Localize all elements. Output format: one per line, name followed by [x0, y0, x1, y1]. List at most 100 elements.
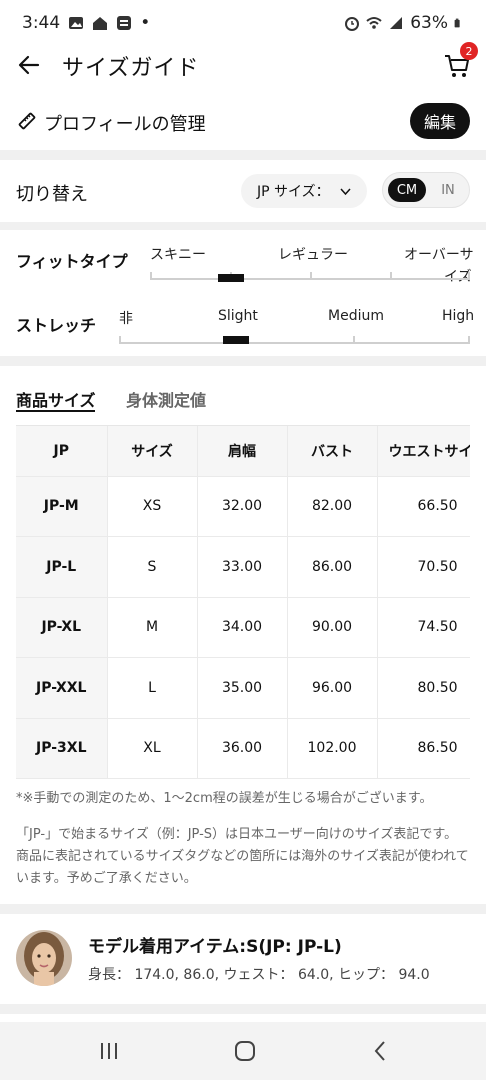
gallery-icon [69, 17, 84, 29]
active-tab-indicator [16, 410, 95, 412]
home-icon[interactable] [232, 1038, 258, 1064]
table-row: JP-XXL L 35.00 96.00 80.50 [16, 657, 470, 719]
table-cell: 34.00 [197, 597, 288, 658]
column-header: バスト [287, 426, 378, 477]
status-dot: • [140, 13, 151, 33]
status-left: 3:44 • [22, 13, 150, 33]
tab-body-measurements[interactable]: 身体測定値 [126, 387, 206, 411]
manage-profile-label[interactable]: プロフィールの管理 [44, 110, 206, 136]
table-cell: 66.50 [377, 476, 470, 537]
stretch-option-none: 非 [119, 311, 133, 327]
status-bar: 3:44 • 63% [0, 0, 486, 46]
model-avatar [16, 930, 72, 986]
fit-tick [150, 272, 152, 280]
measurement-note: *※手動での測定のため、1〜2cm程の誤差が生じる場合がございます。 [16, 791, 433, 806]
profile-row: プロフィールの管理 編集 [0, 100, 486, 144]
table-cell: L [107, 657, 198, 719]
stretch-option-high: High [442, 308, 475, 324]
table-cell: 32.00 [197, 476, 288, 537]
status-time: 3:44 [22, 13, 61, 33]
unit-cm-option[interactable]: CM [388, 178, 426, 202]
size-table-container[interactable]: JP サイズ 肩幅 バスト ウエストサイ JP-M XS 32.00 82.00… [16, 425, 470, 779]
battery-level: 63% [410, 13, 448, 33]
system-nav-bar [0, 1022, 486, 1080]
switch-row: 切り替え JP サイズ： CM IN [0, 160, 486, 220]
column-header: JP [16, 426, 108, 477]
size-system-select[interactable]: JP サイズ： [241, 174, 367, 208]
section-divider [0, 356, 486, 366]
table-cell: JP-XL [16, 597, 108, 658]
table-header-row: JP サイズ 肩幅 バスト ウエストサイ [16, 426, 470, 477]
table-cell: 86.50 [377, 718, 470, 779]
page-title: サイズガイド [62, 56, 200, 81]
table-cell: 70.50 [377, 536, 470, 598]
size-system-note: 「JP-」で始まるサイズ（例：JP-S）は日本ユーザー向けのサイズ表記です。商品… [16, 827, 469, 886]
stretch-tick [468, 336, 470, 344]
table-cell: 33.00 [197, 536, 288, 598]
table-row: JP-L S 33.00 86.00 70.50 [16, 536, 470, 598]
table-cell: 74.50 [377, 597, 470, 658]
table-cell: 82.00 [287, 476, 378, 537]
section-divider [0, 150, 486, 160]
table-row: JP-M XS 32.00 82.00 66.50 [16, 476, 470, 537]
column-header: サイズ [107, 426, 198, 477]
table-cell: 80.50 [377, 657, 470, 719]
section-divider [0, 1004, 486, 1014]
model-info-row: モデル着用アイテム:S(JP: JP-L) 身長： 174.0, 86.0, ウ… [0, 916, 486, 1002]
stretch-label: ストレッチ [16, 316, 97, 335]
fit-section: フィットタイプ スキニー レギュラー オーバーサ イズ ストレッチ 非 Slig… [0, 232, 486, 352]
fit-level-marker [218, 274, 244, 282]
table-cell: 90.00 [287, 597, 378, 658]
stretch-tick [353, 336, 355, 344]
chevron-down-icon [340, 188, 351, 196]
table-cell: 96.00 [287, 657, 378, 719]
table-cell: 86.00 [287, 536, 378, 598]
model-measurements: 身長： 174.0, 86.0, ウェスト： 64.0, ヒップ： 94.0 [88, 967, 430, 983]
table-cell: 36.00 [197, 718, 288, 779]
app-notification-icon [117, 16, 132, 30]
battery-icon [454, 18, 460, 28]
section-divider [0, 904, 486, 914]
column-header: ウエストサイ [377, 426, 470, 477]
table-cell: XS [107, 476, 198, 537]
stretch-level-marker [222, 336, 249, 344]
signal-icon [390, 17, 403, 29]
stretch-tick [119, 336, 121, 344]
table-cell: JP-3XL [16, 718, 108, 779]
model-photo-icon [16, 930, 72, 986]
alarm-icon [345, 17, 360, 31]
table-row: JP-3XL XL 36.00 102.00 86.50 [16, 718, 470, 779]
table-cell: 35.00 [197, 657, 288, 719]
edit-button[interactable]: 編集 [410, 103, 470, 139]
size-tabs: 商品サイズ 身体測定値 [0, 384, 486, 412]
table-cell: 102.00 [287, 718, 378, 779]
recent-apps-icon[interactable] [96, 1038, 122, 1064]
size-system-value: JP サイズ： [257, 184, 330, 200]
cart-badge: 2 [460, 42, 478, 60]
table-cell: M [107, 597, 198, 658]
table-cell: XL [107, 718, 198, 779]
back-icon[interactable] [368, 1038, 394, 1064]
fit-tick [390, 272, 392, 280]
stretch-option-slight: Slight [218, 308, 258, 324]
fit-type-label: フィットタイプ [16, 252, 128, 271]
unit-in-option[interactable]: IN [433, 178, 463, 202]
table-cell: JP-XXL [16, 657, 108, 719]
unit-toggle[interactable]: CM IN [382, 172, 470, 208]
switch-label: 切り替え [16, 184, 88, 205]
fit-option-oversize: オーバーサ [404, 247, 474, 263]
fit-tick [310, 272, 312, 280]
table-cell: JP-M [16, 476, 108, 537]
stretch-scale-line [119, 342, 470, 344]
tab-product-size[interactable]: 商品サイズ [16, 387, 96, 411]
table-cell: S [107, 536, 198, 598]
app-header: サイズガイド 2 [0, 42, 486, 86]
wifi-icon [366, 17, 382, 29]
model-item-title: モデル着用アイテム:S(JP: JP-L) [88, 937, 342, 957]
table-cell: JP-L [16, 536, 108, 598]
fit-option-skinny: スキニー [150, 247, 206, 263]
ruler-icon [18, 112, 36, 130]
home-notification-icon [93, 17, 108, 30]
fit-option-regular: レギュラー [278, 247, 348, 263]
back-arrow-icon[interactable] [16, 52, 42, 78]
